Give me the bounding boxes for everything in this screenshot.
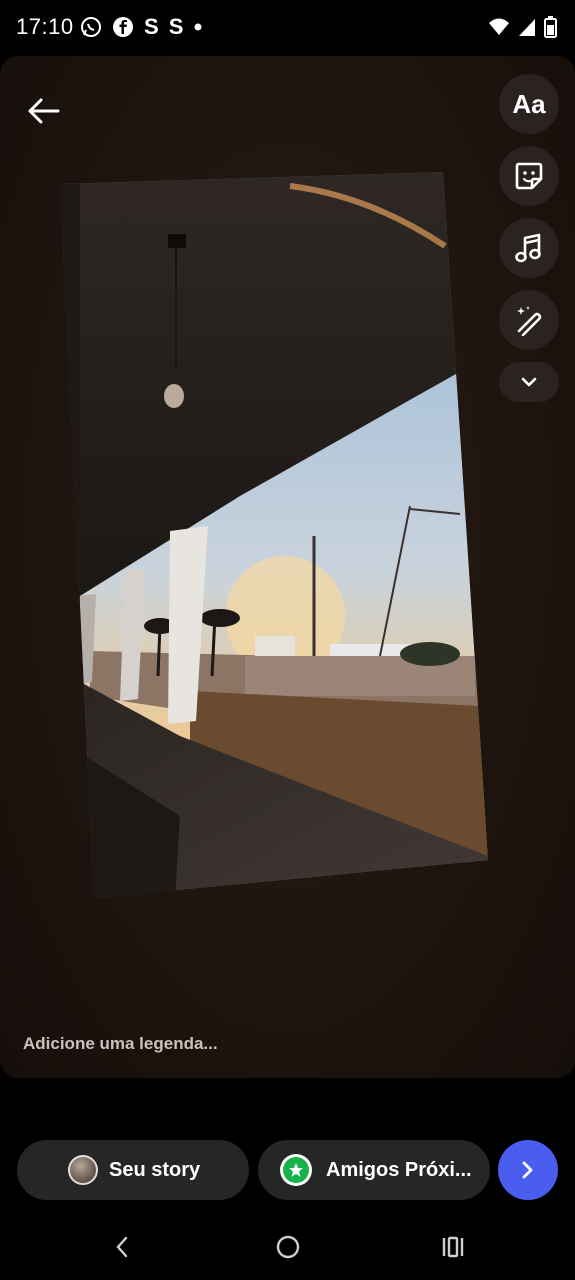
arrow-left-icon [28, 98, 60, 124]
star-icon [289, 1163, 303, 1177]
nav-back-button[interactable] [102, 1230, 142, 1264]
back-nav-icon [116, 1236, 128, 1258]
recents-nav-icon [442, 1236, 464, 1258]
system-icons [488, 16, 557, 38]
chevron-right-icon [522, 1161, 533, 1179]
signal-icon [519, 19, 535, 36]
music-tool-button[interactable] [499, 218, 559, 278]
sticker-tool-button[interactable] [499, 146, 559, 206]
magic-wand-icon [517, 306, 542, 336]
s-app-icon: S [144, 14, 159, 39]
close-friends-button[interactable]: Amigos Próxi... [258, 1140, 490, 1200]
story-photo[interactable] [0, 56, 575, 1078]
s-app-icon: S [168, 14, 184, 39]
nav-home-button[interactable] [268, 1230, 308, 1264]
home-nav-icon [276, 1235, 300, 1259]
music-note-icon [515, 233, 541, 263]
caption-input[interactable]: Adicione uma legenda... [23, 1034, 218, 1054]
battery-icon [544, 16, 557, 38]
more-tools-button[interactable] [499, 362, 559, 402]
your-story-label: Seu story [109, 1158, 201, 1181]
story-editor: Aa Adicione uma legenda... [0, 56, 575, 1078]
text-tool-label: Aa [512, 88, 546, 119]
close-friends-label: Amigos Próxi... [326, 1158, 472, 1181]
nav-recents-button[interactable] [433, 1230, 473, 1264]
share-bar: Seu story Amigos Próxi... [0, 1078, 575, 1218]
avatar [68, 1155, 98, 1185]
whatsapp-icon [81, 17, 101, 37]
wifi-icon [489, 18, 509, 35]
back-button[interactable] [20, 88, 66, 134]
dot-icon [194, 23, 202, 31]
sticker-icon [515, 162, 543, 190]
facebook-icon [113, 17, 133, 37]
your-story-button[interactable]: Seu story [17, 1140, 249, 1200]
status-time: 17:10 [16, 14, 74, 39]
system-nav-bar [0, 1218, 575, 1280]
next-button[interactable] [498, 1140, 558, 1200]
status-bar: 17:10 S S [0, 0, 575, 56]
notification-icons: S S [80, 15, 203, 39]
chevron-down-icon [521, 377, 537, 387]
text-tool-button[interactable]: Aa [499, 74, 559, 134]
close-friends-badge [280, 1154, 312, 1186]
effects-tool-button[interactable] [499, 290, 559, 350]
